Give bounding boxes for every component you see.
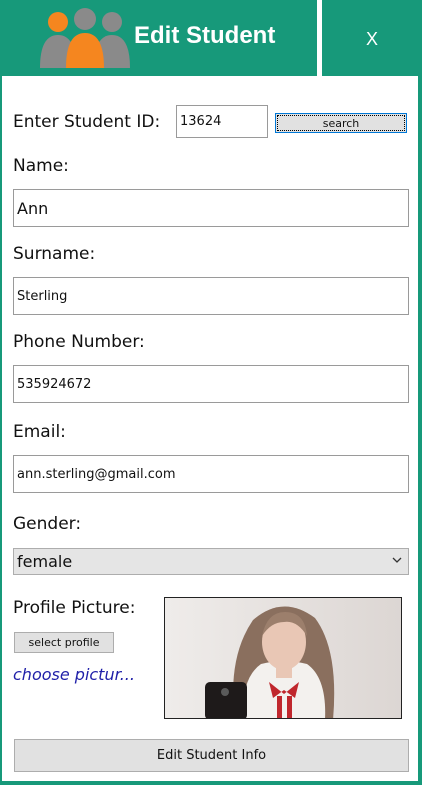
chevron-down-icon — [392, 557, 402, 563]
phone-input[interactable]: 535924672 — [13, 365, 409, 403]
gender-label: Gender: — [13, 514, 82, 534]
edit-student-form: Enter Student ID: 13624 search Name: Ann… — [2, 76, 418, 781]
profile-picture — [164, 597, 402, 719]
select-profile-button[interactable]: select profile — [14, 632, 114, 653]
window-title: Edit Student — [134, 22, 276, 49]
edit-student-info-button[interactable]: Edit Student Info — [14, 739, 409, 772]
surname-label: Surname: — [13, 244, 96, 264]
phone-label: Phone Number: — [13, 332, 145, 352]
close-button[interactable]: X — [322, 0, 422, 76]
title-bar: Edit Student X — [0, 0, 422, 76]
name-input[interactable]: Ann — [13, 189, 409, 227]
gender-select-value: female — [17, 552, 73, 571]
student-id-input[interactable]: 13624 — [176, 105, 268, 138]
name-label: Name: — [13, 156, 69, 176]
choose-picture-text: choose pictur... — [13, 665, 135, 684]
profile-photo-image — [165, 598, 401, 718]
gender-select[interactable]: female — [13, 548, 409, 575]
students-group-icon — [40, 8, 130, 68]
search-button[interactable]: search — [275, 113, 407, 133]
email-label: Email: — [13, 422, 66, 442]
student-id-label: Enter Student ID: — [13, 112, 161, 132]
email-input[interactable]: ann.sterling@gmail.com — [13, 455, 409, 493]
profile-picture-label: Profile Picture: — [13, 598, 136, 618]
surname-input[interactable]: Sterling — [13, 277, 409, 315]
